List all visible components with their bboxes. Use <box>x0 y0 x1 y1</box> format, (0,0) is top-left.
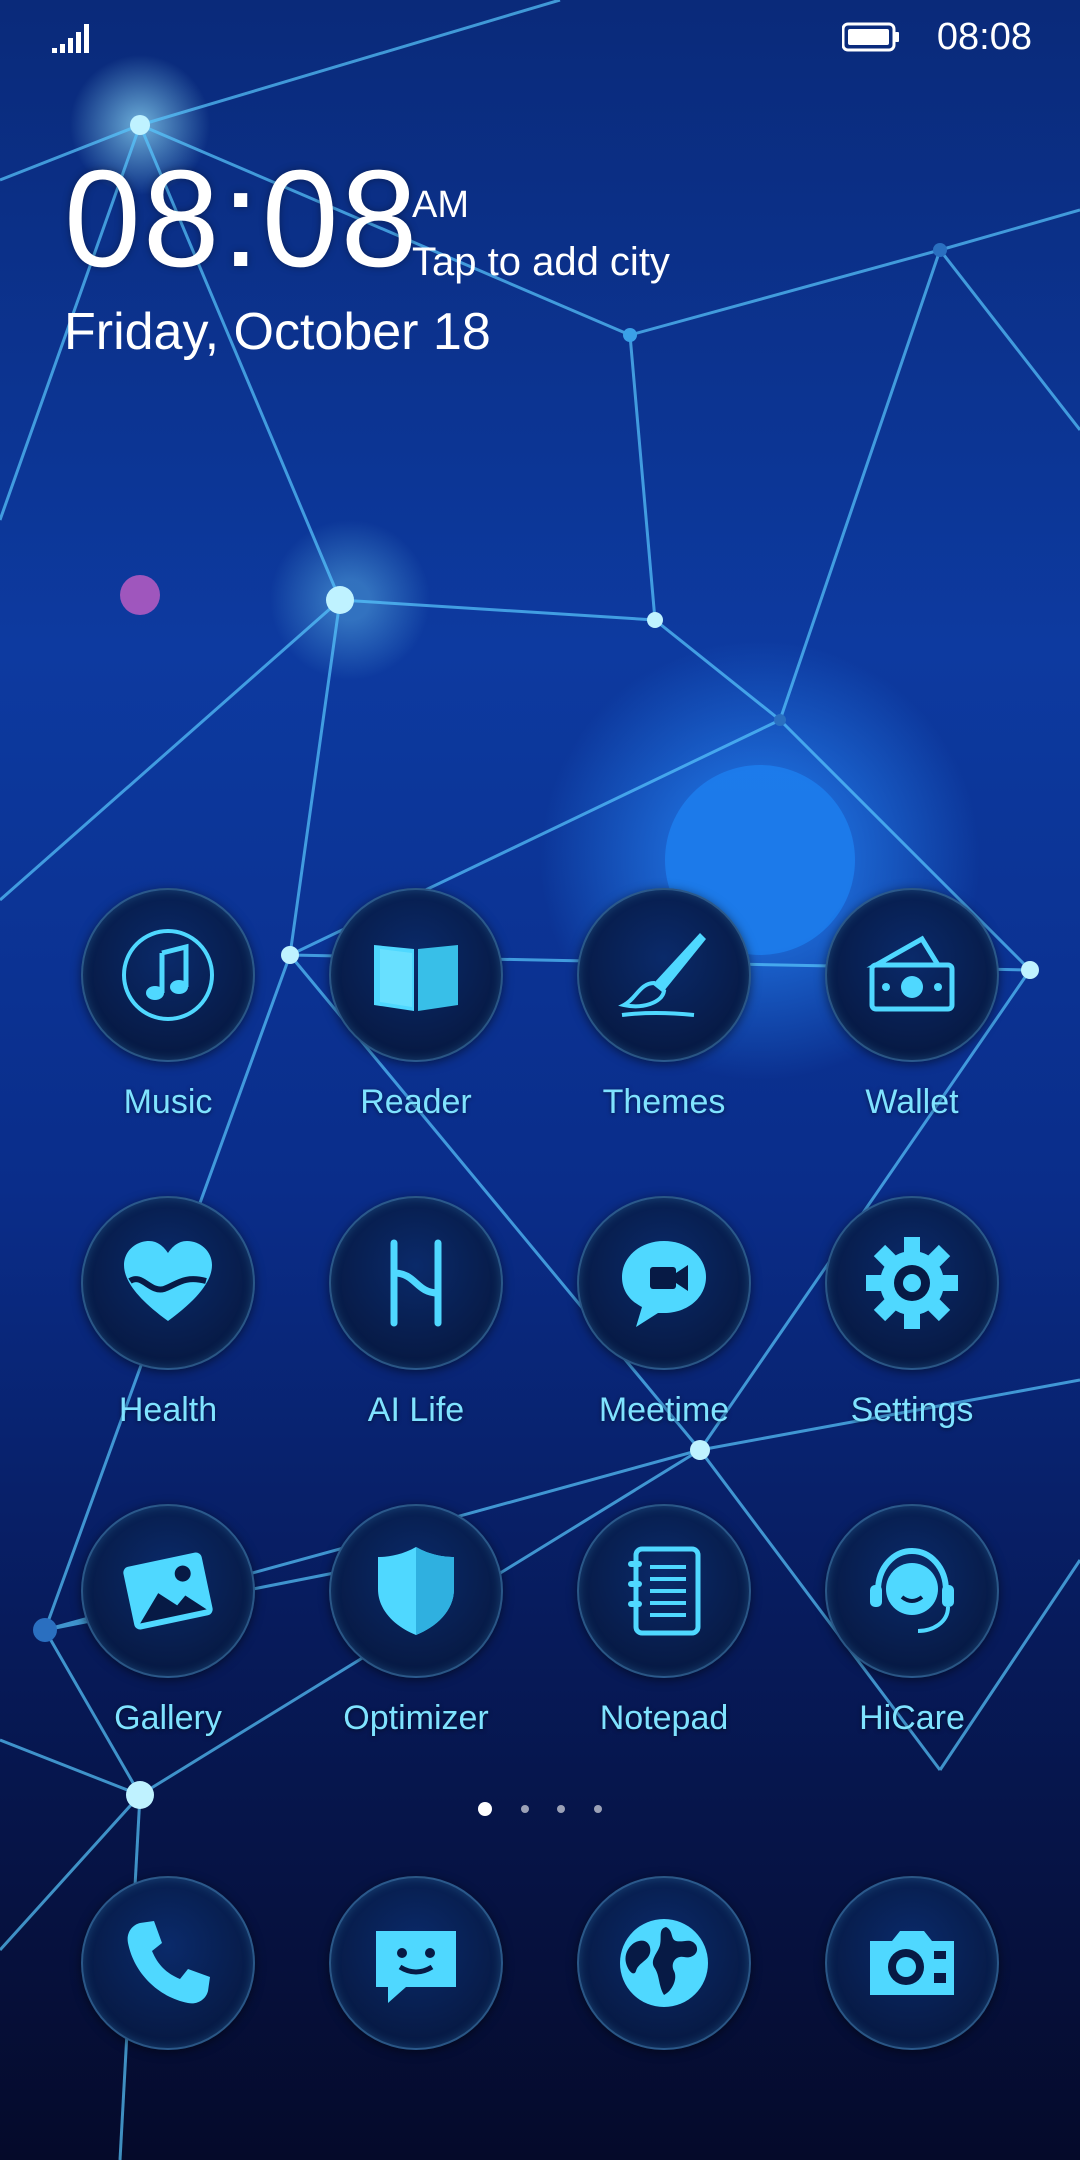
dock-browser[interactable] <box>564 1876 764 2136</box>
app-label: Health <box>118 1391 218 1429</box>
image-icon <box>123 1552 213 1630</box>
app-label: AI Life <box>367 1391 465 1429</box>
app-label: Optimizer <box>343 1699 489 1737</box>
phone-icon <box>127 1921 210 2004</box>
status-time: 08:08 <box>936 16 1032 58</box>
app-label: Settings <box>850 1391 974 1429</box>
music-icon <box>122 929 214 1021</box>
app-notepad[interactable]: Notepad <box>564 1504 764 1764</box>
battery-icon <box>842 22 899 52</box>
app-label: Wallet <box>865 1083 959 1121</box>
app-reader[interactable]: Reader <box>316 888 516 1148</box>
page-dot[interactable] <box>593 1804 602 1813</box>
globe-icon <box>620 1919 708 2007</box>
camera-icon <box>870 1931 954 1995</box>
brush-icon <box>618 933 706 1017</box>
dock-camera[interactable] <box>812 1876 1012 2136</box>
gear-icon <box>866 1237 958 1329</box>
page-dot[interactable] <box>557 1804 566 1813</box>
app-settings[interactable]: Settings <box>812 1196 1012 1456</box>
app-health[interactable]: Health <box>68 1196 268 1456</box>
clock-ampm: AM <box>412 184 469 226</box>
app-label: Notepad <box>599 1699 729 1737</box>
app-gallery[interactable]: Gallery <box>68 1504 268 1764</box>
app-themes[interactable]: Themes <box>564 888 764 1148</box>
status-bar: 08:08 <box>0 0 1080 80</box>
dock-phone[interactable] <box>68 1876 268 2136</box>
notepad-icon <box>628 1546 701 1636</box>
page-indicator[interactable] <box>0 1800 1080 1824</box>
page-dot[interactable] <box>520 1804 529 1813</box>
app-optimizer[interactable]: Optimizer <box>316 1504 516 1764</box>
page-dot-active[interactable] <box>478 1801 493 1816</box>
clock-date: Friday, October 18 <box>64 303 491 361</box>
signal-icon <box>52 24 89 53</box>
app-label: Meetime <box>598 1391 730 1429</box>
app-hicare[interactable]: HiCare <box>812 1504 1012 1764</box>
wallet-icon <box>866 935 955 1012</box>
app-music[interactable]: Music <box>68 888 268 1148</box>
headset-icon <box>870 1547 954 1633</box>
message-icon <box>376 1931 456 2003</box>
app-label: HiCare <box>859 1699 965 1737</box>
shield-icon <box>378 1547 454 1635</box>
dock-messages[interactable] <box>316 1876 516 2136</box>
app-meetime[interactable]: Meetime <box>564 1196 764 1456</box>
clock-time[interactable]: 08:08 <box>64 150 419 288</box>
video-chat-icon <box>622 1241 706 1327</box>
app-label: Reader <box>360 1083 472 1121</box>
add-city-link[interactable]: Tap to add city <box>412 240 670 285</box>
app-label: Themes <box>602 1083 726 1121</box>
book-icon <box>374 945 458 1011</box>
app-wallet[interactable]: Wallet <box>812 888 1012 1148</box>
app-label: Music <box>123 1083 213 1121</box>
heart-icon <box>124 1241 212 1321</box>
app-ai-life[interactable]: AI Life <box>316 1196 516 1456</box>
app-label: Gallery <box>114 1699 222 1737</box>
ai-life-icon <box>390 1239 442 1327</box>
